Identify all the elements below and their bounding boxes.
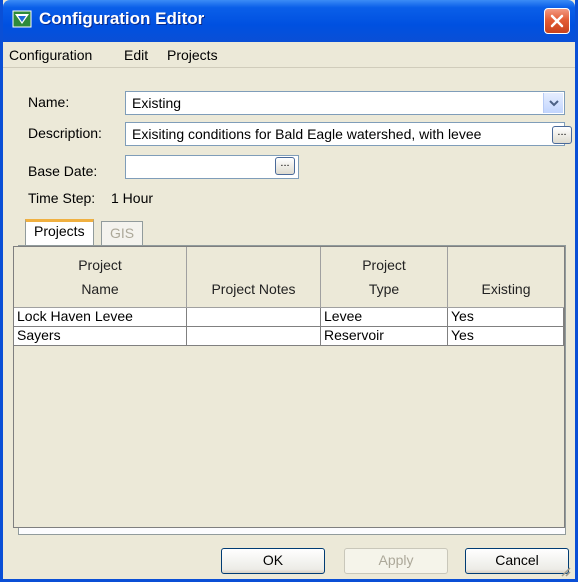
description-value: Exisiting conditions for Bald Eagle wate… <box>132 126 482 142</box>
cell-project-notes[interactable] <box>187 327 321 346</box>
close-icon <box>550 14 564 28</box>
time-step-label: Time Step: <box>28 190 96 206</box>
cell-project-type[interactable]: Levee <box>321 308 448 327</box>
column-header-project-notes[interactable]: Project Notes <box>187 247 321 308</box>
menu-bar: Configuration Edit Projects <box>3 42 575 68</box>
description-browse-button[interactable]: ... <box>552 126 572 144</box>
cell-existing[interactable]: Yes <box>448 308 564 327</box>
table-row[interactable]: Lock Haven Levee Levee Yes <box>14 308 564 327</box>
name-value: Existing <box>132 95 182 111</box>
app-icon <box>12 9 32 29</box>
cell-project-type[interactable]: Reservoir <box>321 327 448 346</box>
apply-button[interactable]: Apply <box>344 548 448 574</box>
cell-project-name[interactable]: Sayers <box>14 327 187 346</box>
base-date-label: Base Date: <box>28 163 98 179</box>
projects-table: Project Name Project Notes Project Type … <box>13 246 565 528</box>
cell-project-notes[interactable] <box>187 308 321 327</box>
name-label: Name: <box>28 94 70 110</box>
tab-projects[interactable]: Projects <box>25 219 94 245</box>
table-row[interactable]: Sayers Reservoir Yes <box>14 327 564 346</box>
cancel-button[interactable]: Cancel <box>465 548 569 574</box>
name-combobox[interactable]: Existing <box>125 91 565 115</box>
tab-gis[interactable]: GIS <box>101 221 144 245</box>
base-date-field[interactable] <box>125 155 299 179</box>
cell-existing[interactable]: Yes <box>448 327 564 346</box>
column-header-existing[interactable]: Existing <box>448 247 564 308</box>
column-header-project-type[interactable]: Project Type <box>321 247 448 308</box>
chevron-down-icon[interactable] <box>543 93 563 113</box>
configuration-editor-window: Configuration Editor Configuration Edit … <box>0 0 578 582</box>
table-header: Project Name Project Notes Project Type … <box>14 247 564 308</box>
title-bar[interactable]: Configuration Editor <box>3 0 575 42</box>
cell-project-name[interactable]: Lock Haven Levee <box>14 308 187 327</box>
ok-button[interactable]: OK <box>221 548 325 574</box>
window-title: Configuration Editor <box>39 9 205 28</box>
menu-configuration[interactable]: Configuration <box>9 47 92 63</box>
menu-edit[interactable]: Edit <box>124 47 148 63</box>
menu-projects[interactable]: Projects <box>167 47 218 63</box>
base-date-picker-button[interactable]: ... <box>275 157 295 175</box>
description-field[interactable]: Exisiting conditions for Bald Eagle wate… <box>125 122 565 146</box>
time-step-value: 1 Hour <box>111 190 154 206</box>
resize-grip-icon[interactable] <box>559 564 571 577</box>
close-button[interactable] <box>544 8 570 34</box>
column-header-project-name[interactable]: Project Name <box>14 247 187 308</box>
description-label: Description: <box>28 125 102 141</box>
